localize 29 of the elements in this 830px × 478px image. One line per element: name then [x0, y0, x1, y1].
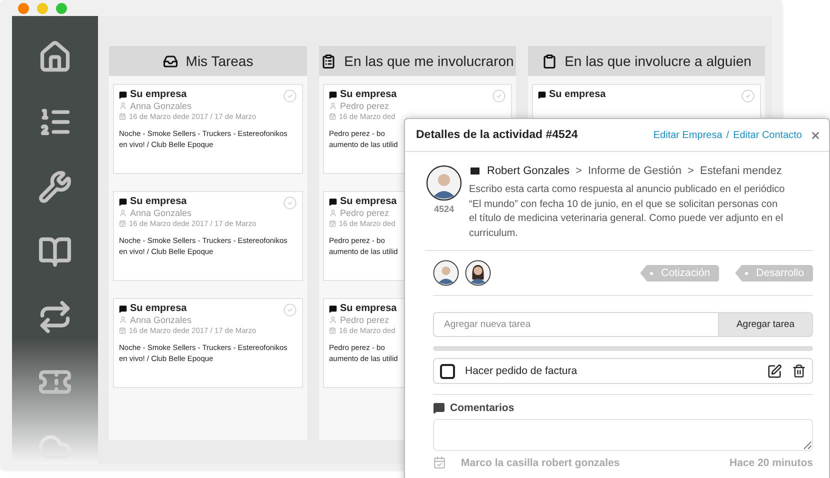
person-name: Anna Gonzales: [130, 101, 192, 111]
column-title: En las que involucre a alguien: [564, 53, 752, 69]
person-name: Anna Gonzales: [130, 208, 192, 218]
activity-id: 4524: [434, 204, 454, 214]
breadcrumb-separator: >: [576, 165, 582, 177]
company-name: Su empresa: [340, 196, 397, 207]
column-title: Mis Tareas: [186, 53, 254, 69]
company-name: Su empresa: [130, 196, 187, 207]
dialog-title: Detalles de la actividad #4524: [416, 129, 579, 141]
breadcrumb-item: Estefani mendez: [700, 165, 782, 177]
company-name: Su empresa: [130, 89, 187, 100]
link-separator: /: [726, 130, 730, 140]
log-time: Hace 20 minutos: [730, 456, 813, 468]
person-name: Pedro perez: [340, 101, 390, 111]
breadcrumb-separator: >: [688, 165, 694, 177]
activity-message: Escribo esta carta como respuesta al anuncio publicado en el periódico “El mundo” con fecha 10 de junio, en el que se solicitan personas con el título de medicina veterinaria general. Como puede ver adjunto en el curriculum.: [469, 183, 786, 240]
company-name: Su empresa: [340, 303, 397, 314]
sender-name: Robert Gonzales: [487, 165, 570, 177]
company-name: Su empresa: [549, 89, 606, 100]
company-name: Su empresa: [130, 303, 187, 314]
company-name: Su empresa: [340, 89, 397, 100]
person-name: Pedro perez: [340, 208, 390, 218]
breadcrumb-item: Informe de Gestión: [588, 165, 682, 177]
comments-heading: Comentarios: [450, 402, 514, 414]
task-label: Hacer pedido de factura: [465, 365, 578, 377]
person-name: Pedro perez: [340, 315, 390, 325]
log-entry: Marco la casilla robert gonzales: [461, 456, 620, 468]
person-name: Anna Gonzales: [130, 315, 192, 325]
column-title: En las que me involucraron: [344, 53, 514, 69]
